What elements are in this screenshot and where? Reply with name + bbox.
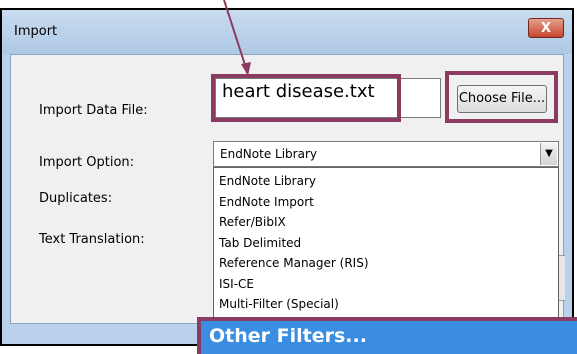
dialog-body: Import Data File: heart disease.txt Choo…	[10, 54, 565, 325]
import-option-list: EndNote Library EndNote Import Refer/Bib…	[213, 167, 559, 325]
list-item[interactable]: Reference Manager (RIS)	[214, 253, 558, 274]
text-translation-label: Text Translation:	[39, 232, 145, 247]
duplicates-label: Duplicates:	[39, 191, 113, 206]
list-item[interactable]: EndNote Library	[214, 171, 558, 192]
list-item[interactable]: Refer/BibIX	[214, 212, 558, 233]
annotation-box-file	[211, 74, 401, 122]
other-filters-item[interactable]: Other Filters...	[197, 317, 577, 354]
import-option-label: Import Option:	[39, 155, 135, 170]
import-option-value: EndNote Library	[220, 147, 317, 161]
dropdown-button[interactable]: ▼	[540, 143, 557, 165]
chevron-down-icon: ▼	[545, 148, 553, 159]
import-option-select[interactable]: EndNote Library ▼	[213, 141, 559, 167]
title-bar[interactable]: Import X	[2, 10, 572, 54]
list-item[interactable]: Tab Delimited	[214, 233, 558, 254]
list-item[interactable]: EndNote Import	[214, 192, 558, 213]
close-button[interactable]: X	[528, 18, 564, 38]
close-icon: X	[540, 21, 552, 36]
import-dialog: Import X Import Data File: heart disease…	[0, 8, 574, 346]
list-item[interactable]: ISI-CE	[214, 274, 558, 295]
list-item[interactable]: Multi-Filter (Special)	[214, 294, 558, 315]
dialog-title: Import	[14, 24, 58, 39]
import-file-label: Import Data File:	[39, 103, 148, 118]
annotation-box-choose	[445, 71, 558, 123]
